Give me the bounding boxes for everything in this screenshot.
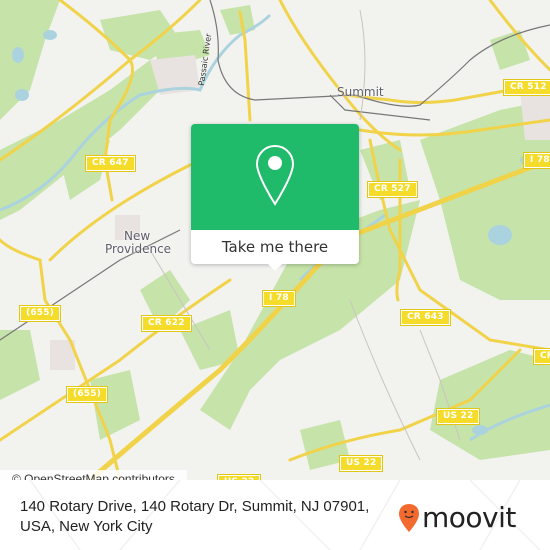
moovit-wordmark: moovit — [422, 501, 516, 534]
place-label-new: New — [124, 229, 151, 243]
location-popup[interactable]: Take me there — [191, 124, 359, 271]
road-shield-cr-edge: CR — [533, 348, 550, 365]
map-attribution[interactable]: © OpenStreetMap contributors — [0, 470, 187, 480]
road-shield-i78-east: I 78 — [523, 152, 550, 169]
road-shield-us22-right: US 22 — [435, 408, 481, 425]
take-me-there-button[interactable]: Take me there — [191, 230, 359, 264]
address-line-2: USA, New York City — [20, 518, 153, 535]
road-shield-cr647: CR 647 — [85, 155, 136, 172]
road-shield-655-upper: (655) — [18, 305, 62, 322]
address-line-1: 140 Rotary Drive, 140 Rotary Dr, Summit,… — [20, 498, 370, 515]
place-label-summit: Summit — [337, 85, 384, 99]
road-shield-cr622: CR 622 — [141, 315, 192, 332]
road-shield-us22-lower: US 22 — [338, 455, 384, 472]
road-shield-cr527: CR 527 — [367, 181, 418, 198]
road-shield-i78-center: I 78 — [262, 290, 296, 307]
road-shield-655-lower: (655) — [65, 386, 109, 403]
map-pin-icon — [255, 144, 295, 206]
popup-header — [191, 124, 359, 230]
road-shield-cr512: CR 512 — [503, 79, 550, 96]
map[interactable]: Summit New Providence Passaic River CR 5… — [0, 0, 550, 480]
moovit-pin-icon — [399, 504, 419, 532]
place-label-providence: Providence — [105, 242, 172, 256]
address-text: 140 Rotary Drive, 140 Rotary Dr, Summit,… — [20, 497, 390, 537]
road-shield-cr643: CR 643 — [400, 309, 451, 326]
popup-pointer — [267, 263, 283, 271]
moovit-logo[interactable]: moovit — [398, 503, 516, 533]
